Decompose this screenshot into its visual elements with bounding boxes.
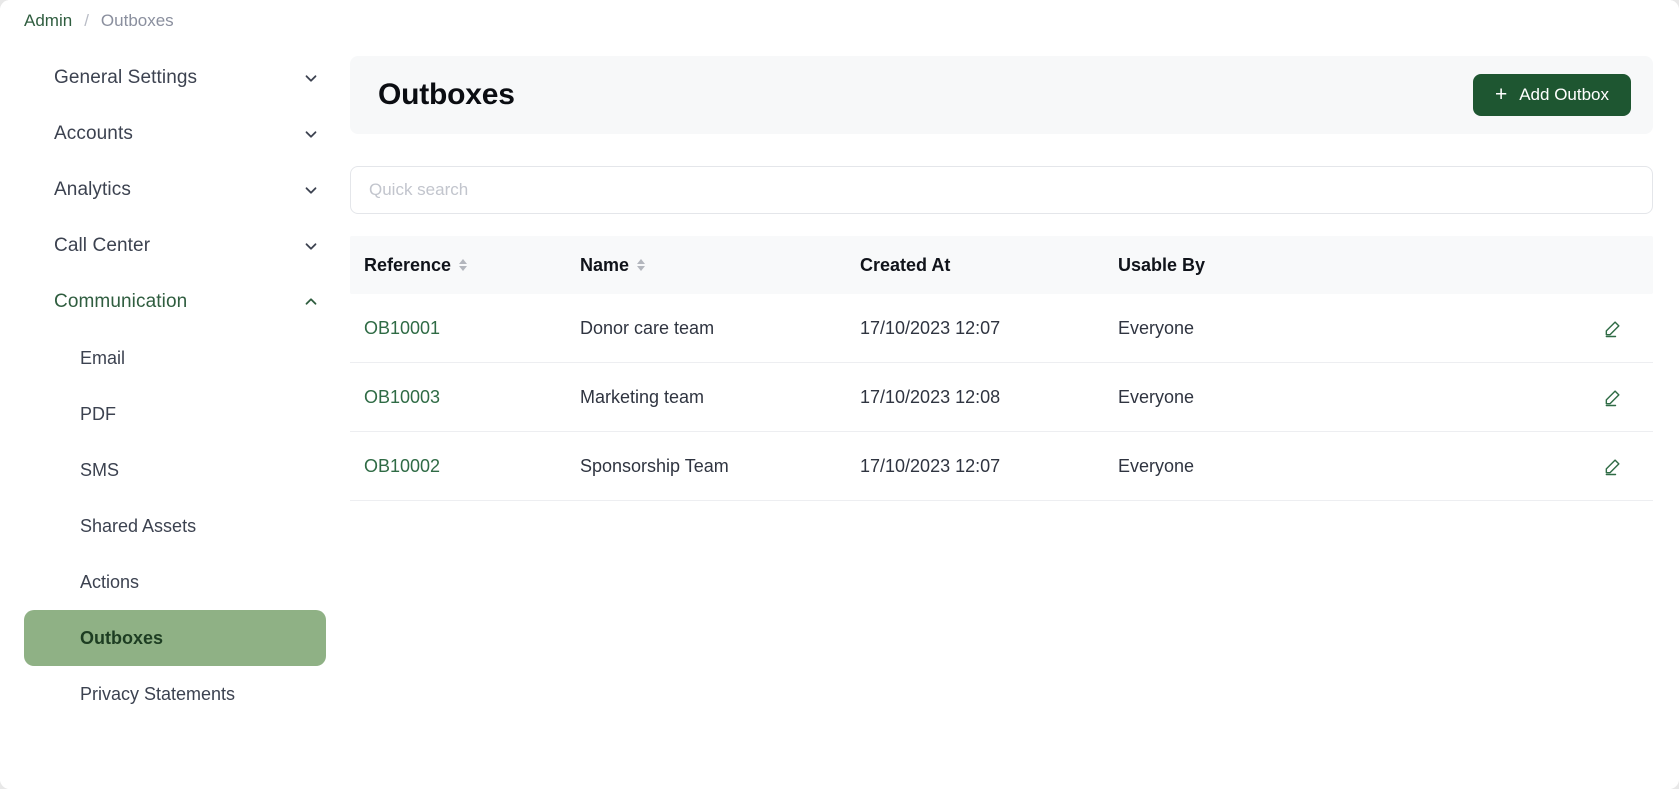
- breadcrumb-current-outboxes: Outboxes: [100, 11, 174, 30]
- cell-created-at: 17/10/2023 12:07: [860, 317, 1001, 338]
- sidebar-group-communication[interactable]: Communication: [0, 274, 350, 330]
- sidebar-item-sms[interactable]: SMS: [24, 442, 326, 498]
- outbox-reference-link[interactable]: OB10001: [364, 318, 440, 338]
- cell-reference: OB10002: [350, 456, 580, 477]
- sidebar-item-label: PDF: [80, 403, 116, 424]
- search-bar: [350, 166, 1653, 214]
- breadcrumb-link-admin[interactable]: Admin: [24, 11, 72, 31]
- edit-pencil-icon[interactable]: [1599, 452, 1627, 480]
- sidebar-group-label: Accounts: [54, 123, 133, 144]
- sidebar-group-label: Analytics: [54, 179, 131, 200]
- sidebar-item-label: Shared Assets: [80, 515, 197, 536]
- sidebar-item-label: Outboxes: [80, 627, 164, 648]
- edit-pencil-icon[interactable]: [1599, 383, 1627, 411]
- sidebar-group-call-center[interactable]: Call Center: [0, 218, 350, 274]
- column-header-created-at-label: Created At: [860, 254, 951, 275]
- column-header-reference-label: Reference: [364, 254, 452, 275]
- cell-usable-by: Everyone: [1118, 317, 1195, 338]
- chevron-down-icon[interactable]: [302, 237, 320, 255]
- sidebar-item-label: Actions: [80, 571, 140, 592]
- table-header-row: Reference Name Created At Usable By: [350, 236, 1653, 294]
- search-input[interactable]: [350, 166, 1653, 214]
- page-title: Outboxes: [378, 78, 515, 111]
- cell-actions: [1573, 452, 1653, 480]
- column-header-usable-by: Usable By: [1118, 255, 1573, 276]
- sidebar-group-label: Call Center: [54, 235, 151, 256]
- cell-usable-by: Everyone: [1118, 455, 1195, 476]
- cell-name: Donor care team: [580, 317, 715, 338]
- outboxes-table: Reference Name Created At Usable By OB10…: [350, 236, 1653, 501]
- outbox-reference-link[interactable]: OB10003: [364, 387, 440, 407]
- sidebar-item-shared-assets[interactable]: Shared Assets: [24, 498, 326, 554]
- sidebar-item-pdf[interactable]: PDF: [24, 386, 326, 442]
- column-header-created-at: Created At: [860, 255, 1118, 276]
- sidebar: General Settings Accounts Analytics Call Ce…: [0, 42, 350, 789]
- sidebar-group-analytics[interactable]: Analytics: [0, 162, 350, 218]
- chevron-down-icon[interactable]: [302, 125, 320, 143]
- breadcrumb: Admin / Outboxes: [0, 0, 1679, 42]
- sidebar-group-label: General Settings: [54, 67, 198, 88]
- column-header-reference[interactable]: Reference: [350, 255, 580, 276]
- cell-actions: [1573, 383, 1653, 411]
- sidebar-item-label: Email: [80, 347, 126, 368]
- sidebar-item-privacy-statements[interactable]: Privacy Statements: [24, 666, 326, 722]
- chevron-down-icon[interactable]: [302, 181, 320, 199]
- plus-icon: +: [1494, 82, 1508, 106]
- cell-usable-by: Everyone: [1118, 386, 1195, 407]
- cell-created-at: 17/10/2023 12:07: [860, 455, 1001, 476]
- main-content: Outboxes + Add Outbox Reference Name: [350, 42, 1679, 789]
- sidebar-item-email[interactable]: Email: [24, 330, 326, 386]
- column-header-name[interactable]: Name: [580, 255, 860, 276]
- column-header-usable-by-label: Usable By: [1118, 254, 1206, 275]
- sidebar-item-label: Privacy Statements: [80, 683, 236, 704]
- sidebar-item-outboxes[interactable]: Outboxes: [24, 610, 326, 666]
- table-body: OB10001 Donor care team 17/10/2023 12:07 Ev…: [350, 294, 1653, 501]
- admin-page: Admin / Outboxes General Settings Account…: [0, 0, 1679, 789]
- sort-icon[interactable]: [459, 259, 468, 271]
- cell-created-at: 17/10/2023 12:08: [860, 386, 1001, 407]
- cell-name: Sponsorship Team: [580, 455, 729, 476]
- sidebar-group-label: Communication: [54, 291, 188, 312]
- table-row: OB10003 Marketing team 17/10/2023 12:08 Eve…: [350, 363, 1653, 432]
- page-header: Outboxes + Add Outbox: [350, 56, 1653, 134]
- sidebar-item-actions[interactable]: Actions: [24, 554, 326, 610]
- edit-pencil-icon[interactable]: [1599, 314, 1627, 342]
- cell-reference: OB10003: [350, 387, 580, 408]
- sidebar-group-accounts[interactable]: Accounts: [0, 106, 350, 162]
- chevron-down-icon[interactable]: [302, 69, 320, 87]
- page-body: General Settings Accounts Analytics Call Ce…: [0, 42, 1679, 789]
- table-row: OB10001 Donor care team 17/10/2023 12:07 Ev…: [350, 294, 1653, 363]
- cell-actions: [1573, 314, 1653, 342]
- sidebar-item-label: SMS: [80, 459, 120, 480]
- add-outbox-button-label: Add Outbox: [1519, 85, 1609, 104]
- column-header-name-label: Name: [580, 254, 630, 275]
- chevron-up-icon[interactable]: [302, 293, 320, 311]
- sort-icon[interactable]: [637, 259, 646, 271]
- outbox-reference-link[interactable]: OB10002: [364, 456, 440, 476]
- breadcrumb-separator: /: [84, 11, 89, 30]
- cell-reference: OB10001: [350, 318, 580, 339]
- table-row: OB10002 Sponsorship Team 17/10/2023 12:07 E…: [350, 432, 1653, 501]
- sidebar-group-general-settings[interactable]: General Settings: [0, 50, 350, 106]
- add-outbox-button[interactable]: + Add Outbox: [1472, 74, 1631, 116]
- cell-name: Marketing team: [580, 386, 705, 407]
